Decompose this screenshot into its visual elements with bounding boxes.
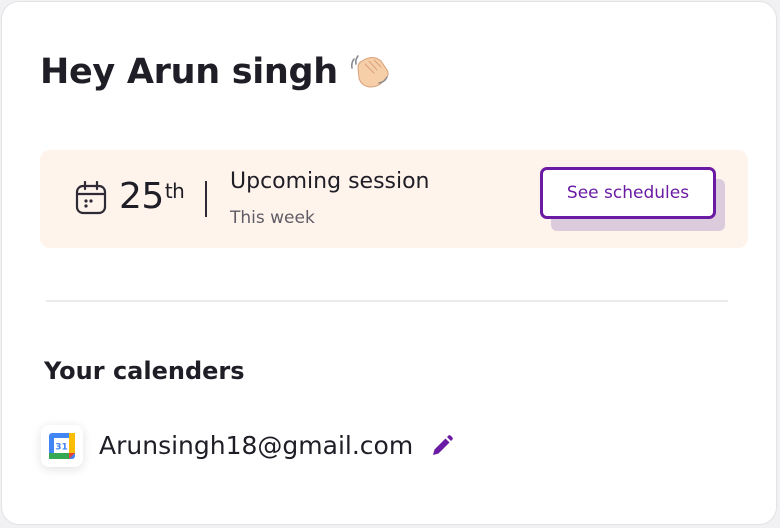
greeting: Hey Arun singh [40, 52, 390, 92]
session-title: Upcoming session [230, 169, 430, 194]
greeting-title: Hey Arun singh [40, 52, 338, 92]
google-calendar-day: 31 [55, 443, 68, 453]
session-date: 25th [119, 175, 185, 219]
session-date-suffix: th [164, 179, 185, 203]
upcoming-session-banner: 25th Upcoming session This week See sche… [40, 150, 748, 248]
dashboard-card: Hey Arun singh 25th Upcoming session Thi… [1, 1, 777, 525]
see-schedules-button[interactable]: See schedules [540, 167, 716, 219]
google-calendar-icon: 31 [41, 425, 83, 467]
session-date-number: 25 [119, 176, 164, 217]
edit-pencil-icon[interactable] [430, 434, 454, 458]
calendar-icon [75, 181, 107, 215]
calendar-email: Arunsingh18@gmail.com [99, 431, 414, 460]
calendars-heading: Your calenders [44, 357, 245, 385]
vertical-divider [205, 181, 207, 217]
section-divider [46, 300, 728, 302]
waving-hand-icon [350, 55, 389, 88]
session-subtitle: This week [230, 208, 315, 228]
